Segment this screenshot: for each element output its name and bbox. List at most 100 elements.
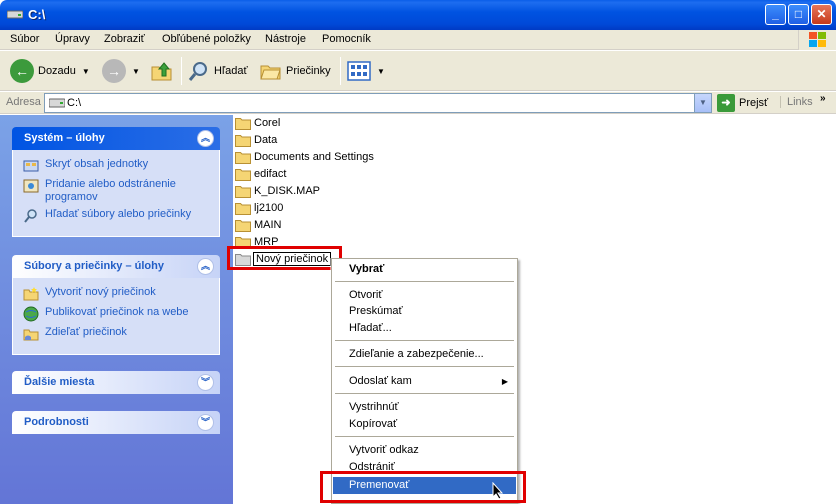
folder-icon	[235, 151, 251, 164]
file-tasks-panel: Súbory a priečinky – úlohy ︽ Vytvoriť no…	[12, 255, 220, 355]
new-folder-icon	[23, 287, 39, 301]
context-menu: Vybrať Otvoriť Preskúmať Hľadať... Zdieľ…	[331, 258, 518, 504]
collapse-icon[interactable]: ︽	[197, 130, 214, 147]
go-label: Prejsť	[739, 97, 769, 109]
close-button[interactable]: ✕	[811, 4, 832, 25]
windows-logo	[798, 30, 836, 50]
task-label: Pridanie alebo odstránenie programov	[45, 178, 176, 203]
system-tasks-title: Systém – úlohy	[24, 132, 105, 144]
list-item[interactable]: lj2100	[235, 200, 284, 216]
menu-item-search[interactable]: Hľadať...	[333, 320, 516, 337]
file-name: Corel	[254, 117, 281, 129]
menu-favorites[interactable]: Obľúbené položky	[162, 33, 251, 45]
back-arrow-icon: ←	[10, 59, 34, 83]
system-tasks-panel: Systém – úlohy ︽ Skryť obsah jednotky Pr…	[12, 127, 220, 237]
menu-file[interactable]: Súbor	[10, 33, 39, 45]
menu-tools[interactable]: Nástroje	[265, 33, 306, 45]
minimize-button[interactable]: _	[765, 4, 786, 25]
folder-icon	[235, 168, 251, 181]
search-icon	[188, 62, 207, 81]
menu-item-explore[interactable]: Preskúmať	[333, 303, 516, 320]
toolbar: ← Dozadu ▼ → ▼ Hľadať Priečinky ▼	[0, 51, 836, 91]
search-icon	[24, 209, 37, 223]
expand-icon[interactable]: ︾	[197, 414, 214, 431]
menu-item-create-shortcut[interactable]: Vytvoriť odkaz	[333, 442, 516, 459]
other-places-panel: Ďalšie miesta ︾	[12, 371, 220, 394]
task-search-files[interactable]: Hľadať súbory alebo priečinky	[23, 208, 209, 224]
drive-contents-icon	[23, 160, 39, 172]
menu-edit[interactable]: Úpravy	[55, 33, 90, 45]
task-label: Skryť obsah jednotky	[45, 158, 149, 170]
system-tasks-header[interactable]: Systém – úlohy ︽	[12, 127, 220, 150]
details-title: Podrobnosti	[24, 416, 89, 428]
task-label: Publikovať priečinok na webe	[45, 306, 189, 318]
globe-icon	[23, 306, 39, 322]
chevron-down-icon: ▼	[81, 66, 90, 76]
list-item[interactable]: MAIN	[235, 217, 283, 233]
folder-icon	[235, 202, 251, 215]
task-pane: Systém – úlohy ︽ Skryť obsah jednotky Pr…	[0, 115, 233, 504]
menu-view[interactable]: Zobraziť	[104, 33, 145, 45]
folder-icon	[235, 185, 251, 198]
details-header[interactable]: Podrobnosti ︾	[12, 411, 220, 434]
back-label: Dozadu	[38, 65, 76, 77]
task-publish-folder[interactable]: Publikovať priečinok na webe	[23, 306, 209, 322]
add-remove-programs-icon	[23, 179, 39, 193]
list-item[interactable]: K_DISK.MAP	[235, 183, 321, 199]
task-share-folder[interactable]: Zdieľať priečinok	[23, 326, 209, 342]
task-hide-drive-contents[interactable]: Skryť obsah jednotky	[23, 158, 209, 174]
folders-icon	[260, 65, 281, 80]
go-button[interactable]: ➜ Prejsť	[717, 93, 768, 113]
chevron-right-icon[interactable]: »	[820, 93, 826, 104]
task-label: Vytvoriť nový priečinok	[45, 286, 156, 298]
up-folder-icon	[151, 62, 172, 81]
folder-icon	[235, 134, 251, 147]
menu-bar: Súbor Úpravy Zobraziť Obľúbené položky N…	[0, 30, 836, 50]
file-name: lj2100	[254, 202, 284, 214]
file-name: Documents and Settings	[254, 151, 374, 163]
views-icon	[347, 61, 371, 81]
forward-button[interactable]: → ▼	[102, 57, 140, 85]
file-tasks-body: Vytvoriť nový priečinok Publikovať prieč…	[12, 278, 220, 355]
file-name: K_DISK.MAP	[254, 185, 321, 197]
menu-item-open[interactable]: Otvoriť	[333, 287, 516, 304]
file-name: MAIN	[254, 219, 282, 231]
menu-item-sharing-security[interactable]: Zdieľanie a zabezpečenie...	[333, 346, 516, 363]
address-value: C:\	[67, 97, 82, 109]
menu-item-cut[interactable]: Vystrihnúť	[333, 399, 516, 416]
task-label: Zdieľať priečinok	[45, 326, 127, 338]
search-button[interactable]: Hľadať	[188, 57, 248, 85]
list-item[interactable]: Corel	[235, 115, 281, 131]
menu-item-select[interactable]: Vybrať	[333, 261, 516, 278]
mouse-cursor-icon	[492, 482, 504, 500]
file-tasks-header[interactable]: Súbory a priečinky – úlohy ︽	[12, 255, 220, 278]
list-item[interactable]: Documents and Settings	[235, 149, 375, 165]
task-add-remove-programs[interactable]: Pridanie alebo odstránenie programov	[23, 178, 209, 204]
expand-icon[interactable]: ︾	[197, 374, 214, 391]
address-label: Adresa	[6, 96, 41, 108]
send-to-label: Odoslať kam	[349, 375, 412, 387]
address-dropdown-button[interactable]: ▼	[694, 94, 711, 112]
maximize-button[interactable]: □	[788, 4, 809, 25]
file-name: Data	[254, 134, 278, 146]
address-input[interactable]: C:\ ▼	[44, 93, 712, 113]
search-label: Hľadať	[214, 65, 248, 77]
highlight-rename-folder	[227, 246, 342, 270]
go-arrow-icon: ➜	[717, 94, 735, 112]
folders-button[interactable]: Priečinky	[260, 57, 331, 85]
system-tasks-body: Skryť obsah jednotky Pridanie alebo odst…	[12, 150, 220, 237]
list-item[interactable]: Data	[235, 132, 278, 148]
menu-help[interactable]: Pomocník	[322, 33, 371, 45]
file-tasks-title: Súbory a priečinky – úlohy	[24, 260, 164, 272]
links-toolbar[interactable]: Links	[780, 96, 813, 108]
up-folder-button[interactable]	[150, 57, 174, 85]
collapse-icon[interactable]: ︽	[197, 258, 214, 275]
back-button[interactable]: ← Dozadu ▼	[10, 57, 90, 85]
menu-item-copy[interactable]: Kopírovať	[333, 416, 516, 433]
views-button[interactable]: ▼	[347, 57, 385, 85]
menu-item-send-to[interactable]: Odoslať kam ▶	[333, 373, 516, 390]
other-places-header[interactable]: Ďalšie miesta ︾	[12, 371, 220, 394]
list-item[interactable]: edifact	[235, 166, 287, 182]
share-folder-icon	[23, 329, 39, 341]
task-new-folder[interactable]: Vytvoriť nový priečinok	[23, 286, 209, 302]
